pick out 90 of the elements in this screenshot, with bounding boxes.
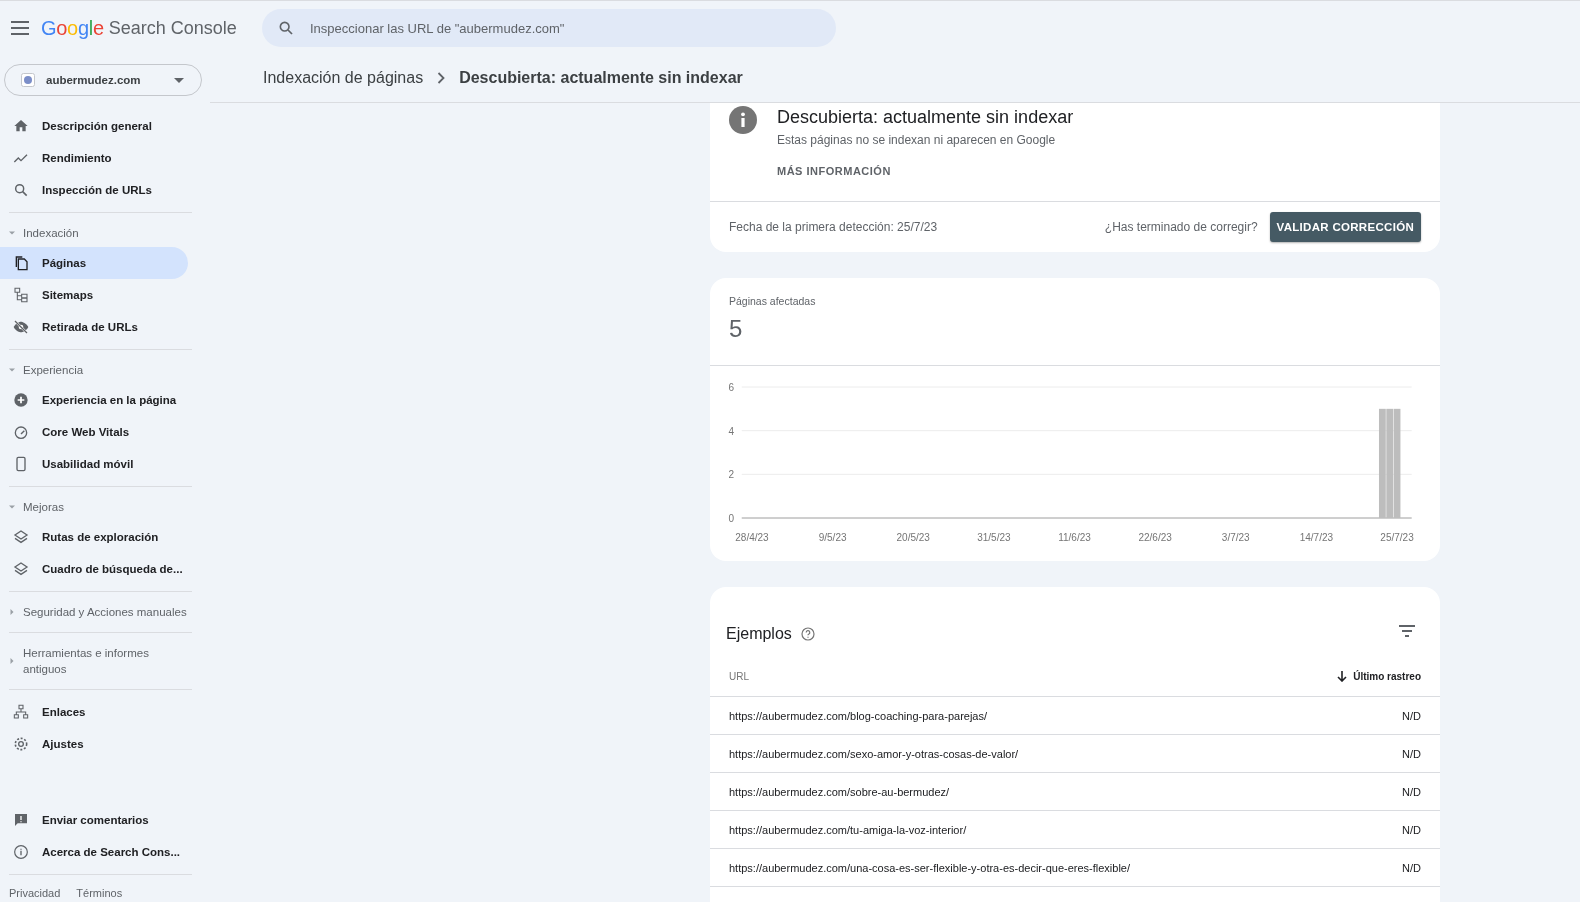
layers-icon	[13, 529, 29, 545]
plus-circle-icon	[13, 392, 29, 408]
column-header[interactable]: URL	[729, 671, 1332, 682]
chevron-right-icon	[437, 72, 446, 84]
nav-item[interactable]: Enviar comentarios	[0, 804, 188, 836]
filter-icon[interactable]	[1399, 624, 1415, 637]
last-crawl-cell: N/D	[1402, 823, 1421, 836]
sort-down-arrow-icon	[1337, 671, 1348, 682]
first-detected-date: Fecha de la primera detección: 25/7/23	[729, 220, 939, 234]
x-tick-label: 14/7/23	[1299, 532, 1334, 543]
url-cell: https://aubermudez.com/sobre-au-bermudez/	[729, 785, 950, 798]
caret-icon	[9, 658, 15, 664]
last-crawl-cell: N/D	[1402, 785, 1421, 798]
nav-item[interactable]: Cuadro de búsqueda de...	[0, 553, 188, 585]
caret-icon	[9, 609, 15, 615]
help-icon[interactable]	[800, 626, 815, 641]
section-header[interactable]: Mejoras	[0, 493, 200, 521]
caret-icon	[9, 230, 15, 236]
gauge-icon	[13, 424, 29, 440]
url-cell: https://aubermudez.com/tu-amiga-la-voz-interior/	[729, 823, 967, 836]
url-cell: https://aubermudez.com/blog-coaching-para-parejas/	[729, 709, 988, 722]
search-icon	[13, 182, 29, 198]
section-header[interactable]: Experiencia	[0, 356, 200, 384]
caret-icon	[174, 77, 184, 83]
search-icon	[278, 20, 294, 36]
layers-icon	[13, 561, 29, 577]
phone-icon	[13, 456, 29, 472]
crossed-eye-icon	[13, 319, 29, 335]
nav-item[interactable]: Experiencia en la página	[0, 384, 188, 416]
last-crawl-cell: N/D	[1402, 861, 1421, 874]
x-tick-label: 25/7/23	[1380, 532, 1414, 543]
x-tick-label: 11/6/23	[1058, 532, 1091, 543]
more-info-link[interactable]: MÁS INFORMACIÓN	[777, 165, 891, 177]
search-input[interactable]: Inspeccionar las URL de "aubermudez.com"	[308, 19, 792, 37]
nav-item[interactable]: Rendimiento	[0, 142, 188, 174]
product-name: Search Console	[108, 17, 237, 39]
nav-item[interactable]: Ajustes	[0, 728, 188, 760]
nav-item[interactable]: Descripción general	[0, 110, 188, 142]
y-tick-label: 6	[728, 382, 734, 393]
nav-item[interactable]: Acerca de Search Cons...	[0, 836, 188, 868]
x-tick-label: 3/7/23	[1221, 532, 1250, 543]
breadcrumb-current: Descubierta: actualmente sin indexar	[459, 69, 743, 87]
y-tick-label: 4	[728, 425, 734, 437]
settings-icon	[13, 736, 29, 752]
affected-pages-count: 5	[729, 315, 744, 343]
home-icon	[13, 118, 29, 134]
nav-item[interactable]: Inspección de URLs	[0, 174, 188, 206]
column-header[interactable]: Último rastreo	[1353, 671, 1421, 682]
footer-link[interactable]: Privacidad	[9, 887, 61, 899]
url-cell: https://aubermudez.com/sexo-amor-y-otras-cosas-de-valor/	[729, 747, 1019, 760]
nav-item[interactable]: Retirada de URLs	[0, 311, 188, 343]
y-tick-label: 0	[728, 513, 734, 524]
info-icon	[729, 106, 757, 134]
caret-icon	[9, 367, 15, 373]
url-cell: https://aubermudez.com/una-cosa-es-ser-flexible-y-otra-es-decir-que-eres-flexible/	[729, 861, 1131, 874]
validate-fix-button[interactable]: VALIDAR CORRECCIÓN	[1269, 212, 1421, 242]
x-tick-label: 22/6/23	[1138, 532, 1172, 543]
globe-icon	[21, 73, 35, 87]
network-icon	[13, 704, 29, 720]
footer-link[interactable]: Términos	[76, 887, 123, 899]
x-tick-label: 9/5/23	[818, 532, 847, 543]
sitemap-icon	[13, 287, 29, 303]
affected-pages-label: Páginas afectadas	[729, 295, 817, 307]
nav-item[interactable]: Core Web Vitals	[0, 416, 188, 448]
issue-title: Descubierta: actualmente sin indexar	[777, 107, 1074, 128]
x-tick-label: 31/5/23	[977, 532, 1011, 543]
menu-icon[interactable]	[11, 21, 29, 35]
google-logo: Google	[41, 16, 104, 40]
pages-icon	[13, 255, 29, 271]
search-field[interactable]: Inspeccionar las URL de "aubermudez.com"	[262, 9, 836, 47]
feedback-icon	[13, 812, 29, 828]
examples-title: Ejemplos	[726, 624, 792, 643]
issue-description: Estas páginas no se indexan ni aparecen en Google	[777, 133, 1057, 147]
nav-item[interactable]: Páginas	[0, 247, 188, 279]
validation-question: ¿Has terminado de corregir?	[1104, 220, 1258, 234]
x-tick-label: 28/4/23	[735, 532, 769, 543]
section-header[interactable]: Indexación	[0, 219, 200, 247]
x-tick-label: 20/5/23	[896, 532, 930, 543]
nav-item[interactable]: Enlaces	[0, 696, 188, 728]
last-crawl-cell: N/D	[1402, 709, 1421, 722]
breadcrumb-link[interactable]: Indexación de páginas	[263, 69, 424, 87]
nav-item[interactable]: Rutas de exploración	[0, 521, 188, 553]
caret-icon	[9, 504, 15, 510]
section-header[interactable]: Herramientas e informes antiguos	[0, 639, 200, 683]
nav-item[interactable]: Sitemaps	[0, 279, 188, 311]
info-icon	[13, 844, 29, 860]
last-crawl-cell: N/D	[1402, 747, 1421, 760]
y-tick-label: 2	[728, 469, 734, 481]
section-header[interactable]: Seguridad y Acciones manuales	[0, 598, 200, 626]
nav-item[interactable]: Usabilidad móvil	[0, 448, 188, 480]
